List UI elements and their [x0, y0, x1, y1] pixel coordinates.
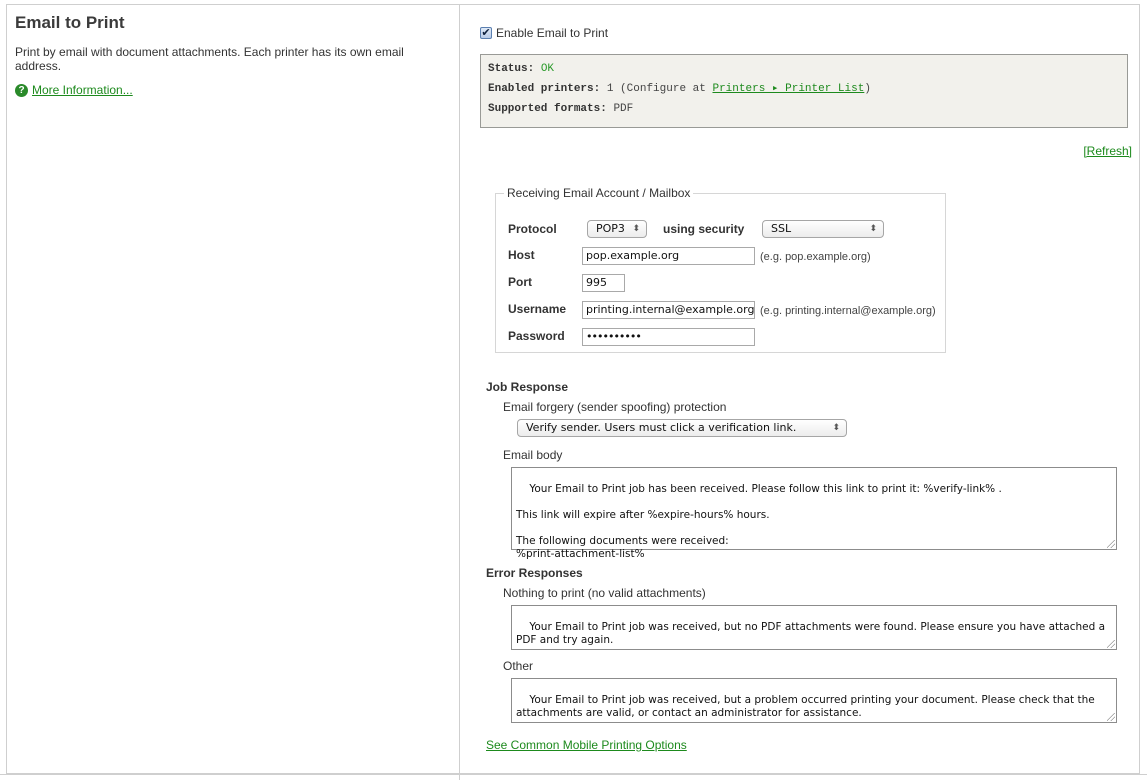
other-error-textarea[interactable]: Your Email to Print job was received, bu…	[511, 678, 1117, 723]
more-information[interactable]: ? More Information...	[15, 83, 445, 97]
column-divider	[459, 4, 460, 780]
mailbox-fieldset: Receiving Email Account / Mailbox Protoc…	[495, 186, 946, 353]
section-title: Email to Print	[15, 13, 125, 32]
bottom-divider	[0, 774, 1147, 775]
supported-formats-value: PDF	[613, 103, 634, 115]
protocol-label: Protocol	[508, 222, 557, 236]
configure-suffix: )	[864, 83, 871, 95]
security-select[interactable]: SSL ⬍	[762, 220, 884, 238]
other-error-text: Your Email to Print job was received, bu…	[516, 694, 1099, 719]
refresh-link[interactable]: [Refresh]	[1083, 144, 1132, 158]
job-response-title: Job Response	[486, 380, 569, 394]
port-input[interactable]: 995	[582, 274, 625, 292]
host-label: Host	[508, 248, 535, 262]
forgery-protection-select[interactable]: Verify sender. Users must click a verifi…	[517, 419, 847, 437]
security-value: SSL	[771, 222, 792, 235]
supported-formats-row: Supported formats: PDF	[488, 102, 1120, 122]
forgery-protection-label: Email forgery (sender spoofing) protecti…	[503, 400, 727, 414]
section-description: Email to Print Print by email with docum…	[15, 10, 445, 97]
enable-email-to-print[interactable]: ✔ Enable Email to Print	[480, 26, 608, 40]
supported-formats-label: Supported formats:	[488, 103, 607, 115]
status-label: Status:	[488, 63, 535, 75]
resize-grip-icon[interactable]	[1107, 640, 1115, 648]
section-description-text: Print by email with document attachments…	[15, 45, 404, 73]
port-label: Port	[508, 275, 532, 289]
status-row: Status: OK	[488, 62, 1120, 82]
select-arrows-icon: ⬍	[869, 224, 877, 234]
security-label: using security	[663, 222, 745, 236]
username-label: Username	[508, 302, 567, 316]
username-input[interactable]: printing.internal@example.org	[582, 301, 755, 319]
enable-label: Enable Email to Print	[496, 26, 609, 40]
resize-grip-icon[interactable]	[1107, 540, 1115, 548]
mobile-printing-options-link[interactable]: See Common Mobile Printing Options	[486, 738, 687, 752]
resize-grip-icon[interactable]	[1107, 713, 1115, 721]
enabled-printers-row: Enabled printers: 1 (Configure at Printe…	[488, 82, 1120, 102]
nothing-to-print-text: Your Email to Print job was received, bu…	[516, 621, 1109, 646]
printer-list-link[interactable]: Printers ▸ Printer List	[712, 83, 864, 95]
other-error-label: Other	[503, 659, 534, 673]
nothing-to-print-label: Nothing to print (no valid attachments)	[503, 586, 706, 600]
host-hint: (e.g. pop.example.org)	[760, 251, 871, 263]
email-body-label: Email body	[503, 448, 563, 462]
email-body-text: Your Email to Print job has been receive…	[516, 483, 1002, 560]
enabled-printers-value: 1	[606, 83, 614, 95]
nothing-to-print-textarea[interactable]: Your Email to Print job was received, bu…	[511, 605, 1117, 650]
password-label: Password	[508, 329, 565, 343]
question-circle-icon: ?	[15, 83, 28, 97]
enabled-printers-label: Enabled printers:	[488, 83, 601, 95]
mailbox-legend: Receiving Email Account / Mailbox	[507, 186, 691, 200]
select-arrows-icon: ⬍	[832, 423, 840, 433]
configure-prefix: (Configure at	[620, 83, 706, 95]
enable-checkbox[interactable]: ✔	[480, 27, 492, 39]
select-arrows-icon: ⬍	[632, 224, 640, 234]
protocol-select[interactable]: POP3 ⬍	[587, 220, 647, 238]
status-box: Status: OK Enabled printers: 1 (Configur…	[480, 54, 1128, 128]
username-hint: (e.g. printing.internal@example.org)	[760, 305, 936, 317]
email-body-textarea[interactable]: Your Email to Print job has been receive…	[511, 467, 1117, 560]
host-input[interactable]: pop.example.org	[582, 247, 755, 265]
more-information-link[interactable]: More Information...	[32, 83, 133, 97]
protocol-value: POP3	[596, 222, 625, 235]
forgery-protection-value: Verify sender. Users must click a verifi…	[526, 421, 797, 434]
error-responses-title: Error Responses	[486, 566, 583, 580]
password-input[interactable]: ••••••••••	[582, 328, 755, 346]
status-value: OK	[540, 63, 555, 75]
